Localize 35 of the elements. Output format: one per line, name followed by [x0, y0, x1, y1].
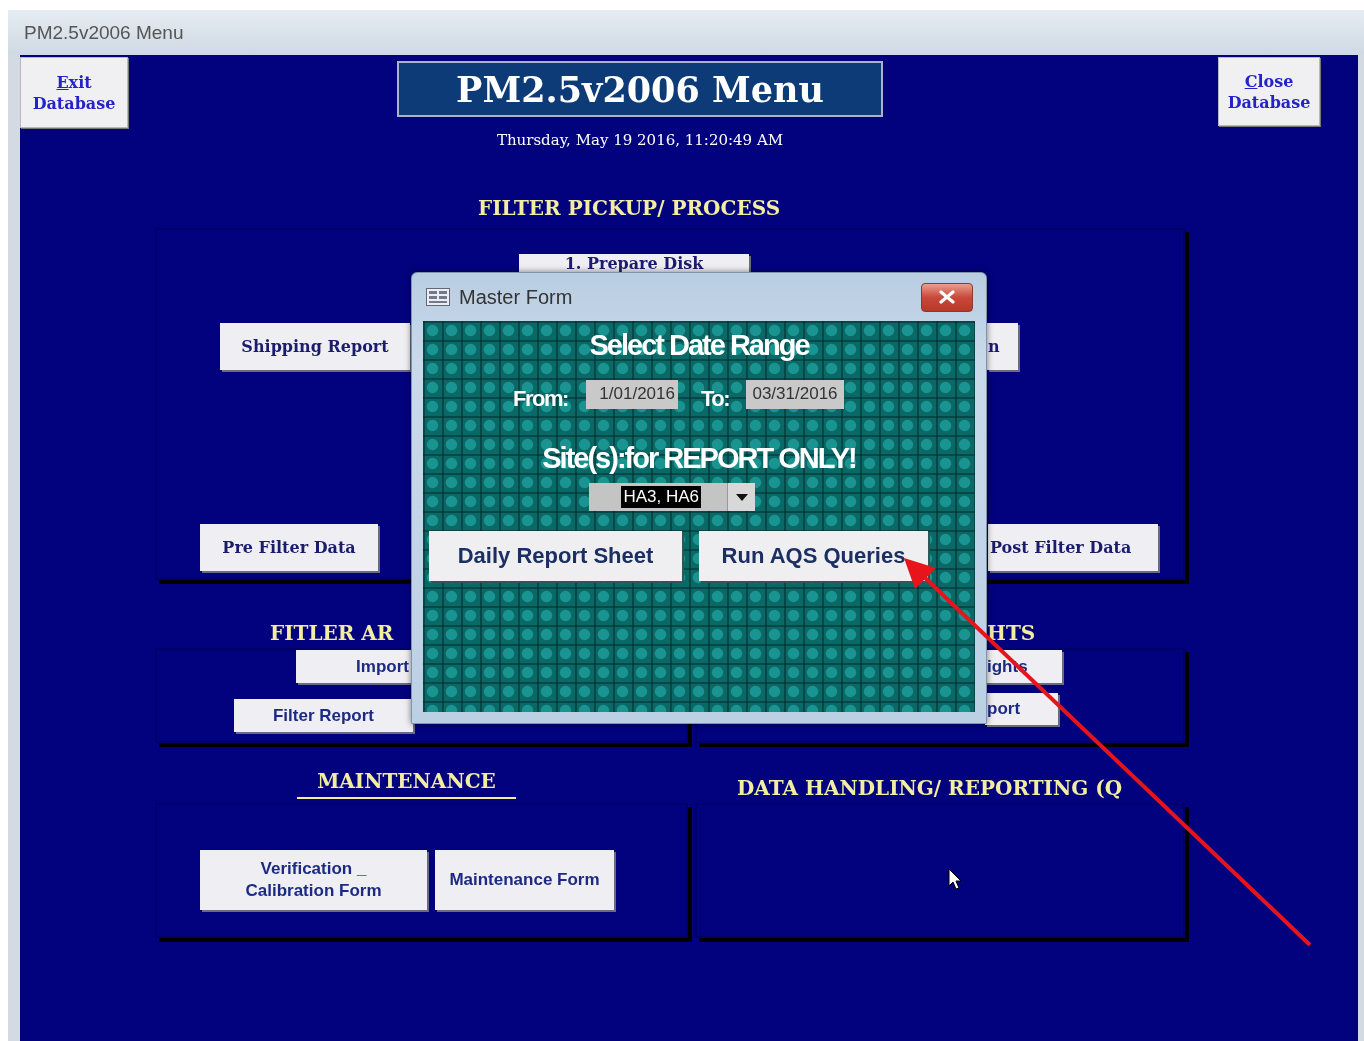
section-heading: FITLER AR	[270, 620, 395, 646]
form-button[interactable]: n	[987, 323, 1018, 370]
exit-database-button[interactable]: Exit Database	[20, 57, 128, 128]
form-button[interactable]: Import	[296, 650, 411, 683]
form-button[interactable]: Pre Filter Data	[200, 524, 378, 571]
form-button[interactable]: Post Filter Data	[988, 524, 1158, 571]
sites-dropdown[interactable]: HA3, HA6	[589, 483, 755, 511]
close-icon	[939, 290, 955, 304]
form-button[interactable]: Verification _ Calibration Form	[200, 850, 427, 910]
mouse-cursor-icon	[948, 868, 962, 890]
from-date-field[interactable]: 1/01/2016	[586, 379, 678, 409]
date-time-text: Thursday, May 19 2016, 11:20:49 AM	[496, 131, 784, 149]
section-heading: MAINTENANCE	[297, 768, 516, 799]
dialog-title: Master Form	[459, 285, 573, 309]
section-heading: DATA HANDLING/ REPORTING (Q	[737, 775, 1123, 801]
run-queries-button[interactable]: Run AQS Queries	[699, 531, 928, 581]
section-heading: FILTER PICKUP/ PROCESS	[478, 195, 781, 221]
daily-report-sheet-button[interactable]: Daily Report Sheet	[429, 531, 682, 581]
close-button[interactable]	[921, 282, 973, 312]
to-date-field[interactable]: 03/31/2016	[746, 379, 844, 409]
from-label: From:	[513, 386, 569, 412]
form-button[interactable]: Maintenance Form	[435, 850, 614, 910]
dialog-heading: Select Date Range	[589, 329, 809, 362]
window-title: PM2.5v2006 Menu	[24, 21, 184, 44]
form-icon	[426, 288, 450, 306]
form-button[interactable]: Shipping Report	[220, 323, 410, 370]
caret-icon	[735, 493, 748, 501]
form-title: PM2.5v2006 Menu	[397, 61, 883, 117]
sites-label: Site(s):for REPORT ONLY!	[542, 442, 856, 475]
dropdown-button[interactable]	[727, 483, 755, 511]
section-heading: HTS	[987, 620, 1036, 646]
form-button[interactable]: port	[985, 693, 1058, 725]
to-label: To:	[701, 386, 731, 412]
form-button[interactable]: Filter Report	[234, 699, 413, 732]
close-database-button[interactable]: Close Database	[1218, 57, 1320, 126]
